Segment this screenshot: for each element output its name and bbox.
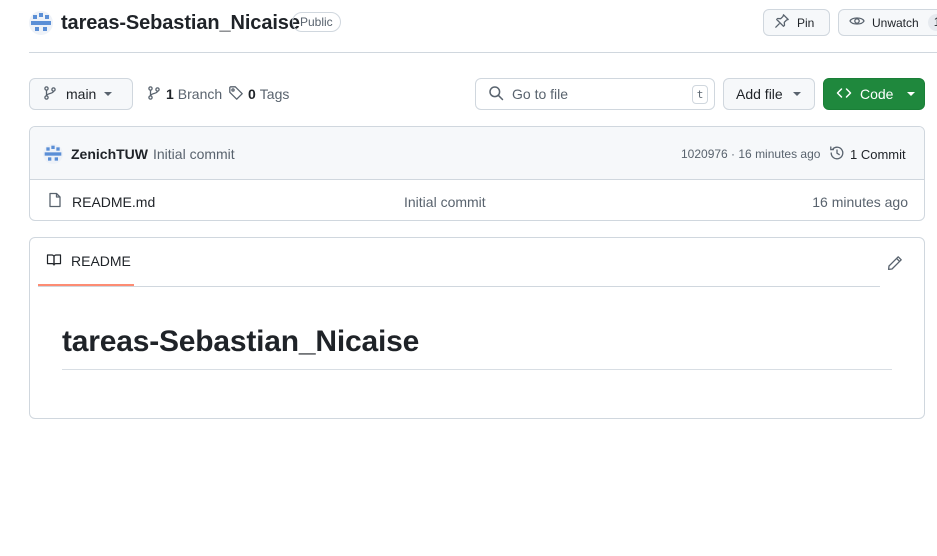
eye-icon xyxy=(849,13,865,32)
readme-heading: tareas-Sebastian_Nicaise xyxy=(62,325,892,370)
add-file-label: Add file xyxy=(736,86,783,102)
search-icon xyxy=(488,85,504,104)
watch-count: 1 xyxy=(927,14,937,31)
commit-author-avatar[interactable] xyxy=(43,144,63,164)
code-label: Code xyxy=(860,86,894,102)
repo-toolbar: main 1 Branch 0 Tags Go to file t Add fi… xyxy=(29,78,925,110)
tag-label: Tags xyxy=(259,86,290,102)
tag-count: 0 xyxy=(248,86,256,102)
git-branch-icon xyxy=(42,85,58,104)
file-row[interactable]: README.md Initial commit 16 minutes ago xyxy=(30,180,924,220)
file-icon xyxy=(47,192,63,211)
chevron-down-icon xyxy=(104,92,113,96)
readme-tab-label: README xyxy=(71,253,131,269)
commit-count: 1 Commit xyxy=(850,147,906,162)
repo-header: tareas-Sebastian_Nicaise Public Pin Unwa… xyxy=(29,9,937,53)
file-browser: ZenichTUW Initial commit 1020976 · 16 mi… xyxy=(29,126,925,221)
tag-icon xyxy=(228,85,244,104)
go-to-file-input[interactable]: Go to file t xyxy=(475,78,715,110)
pencil-icon xyxy=(887,256,903,274)
search-placeholder: Go to file xyxy=(512,86,569,102)
visibility-badge: Public xyxy=(292,12,341,32)
readme-panel: README tareas-Sebastian_Nicaise xyxy=(29,237,925,419)
branch-count: 1 xyxy=(166,86,174,102)
pin-icon xyxy=(774,13,790,32)
unwatch-button[interactable]: Unwatch 1 xyxy=(838,9,937,36)
commit-hash-time[interactable]: 1020976 · 16 minutes ago xyxy=(681,147,820,161)
code-icon xyxy=(836,85,852,104)
add-file-button[interactable]: Add file xyxy=(723,78,815,110)
chevron-down-icon xyxy=(792,92,801,96)
chevron-down-icon xyxy=(907,92,916,96)
history-icon xyxy=(829,145,845,164)
commit-history-link[interactable]: 1 Commit xyxy=(829,145,906,164)
readme-divider xyxy=(38,286,880,287)
code-button[interactable]: Code xyxy=(823,78,925,110)
unwatch-label: Unwatch xyxy=(872,15,919,30)
branch-selector[interactable]: main xyxy=(29,78,133,110)
tags-link[interactable]: 0 Tags xyxy=(228,78,289,110)
keyboard-shortcut-hint: t xyxy=(692,85,708,104)
tab-readme[interactable]: README xyxy=(38,238,134,286)
pin-label: Pin xyxy=(797,15,815,30)
pin-button[interactable]: Pin xyxy=(763,9,830,36)
branch-label: Branch xyxy=(177,86,223,102)
branches-link[interactable]: 1 Branch xyxy=(146,78,222,110)
latest-commit-row: ZenichTUW Initial commit 1020976 · 16 mi… xyxy=(30,127,924,180)
owner-avatar[interactable] xyxy=(29,11,53,35)
commit-message[interactable]: Initial commit xyxy=(153,146,235,162)
repo-title[interactable]: tareas-Sebastian_Nicaise xyxy=(61,12,300,35)
git-branch-icon xyxy=(146,85,162,104)
commit-author[interactable]: ZenichTUW xyxy=(71,146,148,162)
file-name[interactable]: README.md xyxy=(72,194,155,210)
file-commit-message[interactable]: Initial commit xyxy=(404,194,486,210)
branch-name: main xyxy=(66,86,97,102)
file-commit-time: 16 minutes ago xyxy=(812,194,908,210)
book-icon xyxy=(46,252,62,271)
edit-readme-button[interactable] xyxy=(887,255,903,274)
